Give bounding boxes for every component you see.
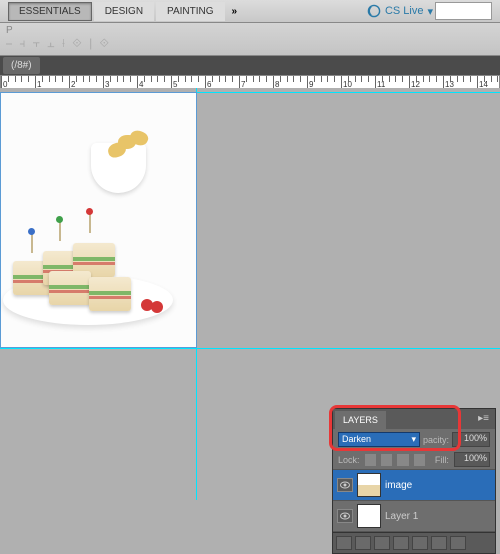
lock-pixels-icon[interactable] [381, 454, 392, 466]
lock-label: Lock: [338, 455, 360, 465]
options-bar: P ⎯ ⫞ ⫟ ⫠ ⟊ ⟐ | ⟐ [0, 23, 500, 56]
decoration-shape [28, 228, 35, 235]
eye-icon [340, 512, 350, 520]
visibility-toggle[interactable] [337, 509, 353, 523]
visibility-toggle[interactable] [337, 478, 353, 492]
workspace-design[interactable]: DESIGN [94, 2, 154, 21]
layer-group-icon[interactable] [412, 536, 428, 550]
lock-position-icon[interactable] [397, 454, 408, 466]
options-char: P [6, 25, 13, 36]
decoration-shape [86, 208, 93, 215]
fill-input[interactable]: 100% [454, 452, 490, 467]
blend-mode-select[interactable]: Darken ▾ [338, 432, 420, 447]
layers-panel: LAYERS ▸≡ Darken ▾ pacity: 100% Lock: Fi… [332, 408, 496, 554]
stick-shape [89, 213, 91, 233]
sandwich-shape [89, 277, 131, 311]
canvas-area[interactable]: LAYERS ▸≡ Darken ▾ pacity: 100% Lock: Fi… [0, 88, 500, 500]
delete-layer-icon[interactable] [450, 536, 466, 550]
link-layers-icon[interactable] [336, 536, 352, 550]
new-layer-icon[interactable] [431, 536, 447, 550]
layer-mask-icon[interactable] [374, 536, 390, 550]
document-tab-bar: (/8#) [0, 56, 500, 75]
cherry-shape [151, 301, 163, 313]
layer-row[interactable]: image [333, 470, 495, 501]
cslive-dropdown-icon: ▾ [427, 5, 433, 18]
layers-tab[interactable]: LAYERS [335, 411, 386, 429]
opacity-input[interactable]: 100% [452, 432, 490, 447]
workspace-painting[interactable]: PAINTING [156, 2, 224, 21]
eye-icon [340, 481, 350, 489]
cslive-button[interactable]: CS Live ▾ [367, 4, 433, 18]
sandwich-shape [49, 271, 91, 305]
document-tab[interactable]: (/8#) [3, 57, 40, 74]
layer-name[interactable]: Layer 1 [385, 511, 491, 522]
panel-menu-icon[interactable]: ▸≡ [474, 411, 493, 429]
image-content [1, 103, 176, 333]
cslive-icon [367, 4, 381, 18]
cslive-label: CS Live [385, 5, 424, 17]
fill-label: Fill: [435, 455, 449, 465]
adjustment-layer-icon[interactable] [393, 536, 409, 550]
blend-mode-value: Darken [342, 434, 371, 445]
lock-transparency-icon[interactable] [365, 454, 376, 466]
layer-thumbnail[interactable] [357, 504, 381, 528]
panel-footer [333, 532, 495, 553]
opacity-label: pacity: [423, 435, 449, 445]
app-menubar: ESSENTIALS DESIGN PAINTING » CS Live ▾ [0, 0, 500, 23]
layer-fx-icon[interactable] [355, 536, 371, 550]
panel-tabs: LAYERS ▸≡ [333, 409, 495, 429]
stick-shape [31, 233, 33, 253]
layer-thumbnail[interactable] [357, 473, 381, 497]
workspace-essentials[interactable]: ESSENTIALS [8, 2, 92, 21]
lock-fill-row: Lock: Fill: 100% [333, 450, 495, 470]
stick-shape [59, 221, 61, 241]
blend-opacity-row: Darken ▾ pacity: 100% [333, 429, 495, 450]
canvas-artboard[interactable] [0, 92, 197, 348]
layer-name[interactable]: image [385, 480, 491, 491]
decoration-shape [56, 216, 63, 223]
layer-row[interactable]: Layer 1 [333, 501, 495, 532]
search-input[interactable] [435, 2, 492, 20]
dropdown-icon: ▾ [411, 434, 416, 445]
lock-all-icon[interactable] [414, 454, 425, 466]
guide-horizontal[interactable] [0, 348, 500, 349]
options-disabled-icons: ⎯ ⫞ ⫟ ⫠ ⟊ ⟐ | ⟐ [6, 36, 111, 50]
workspace-more-chevron[interactable]: » [227, 4, 243, 19]
